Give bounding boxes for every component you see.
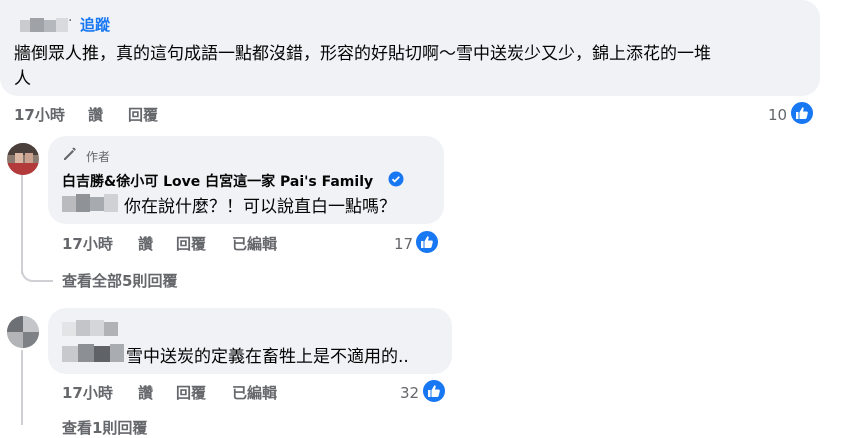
edited-label[interactable]: 已編輯 (232, 382, 277, 403)
verified-badge-icon (388, 171, 404, 187)
author-avatar[interactable] (7, 143, 39, 175)
view-more-replies-link[interactable]: 查看1則回覆 (62, 417, 147, 438)
like-button[interactable]: 讚 (88, 104, 103, 125)
mention-redacted[interactable] (62, 194, 118, 214)
commenter-name-redacted[interactable] (62, 318, 132, 338)
author-badge-label: 作者 (86, 150, 111, 164)
commenter-name-redacted[interactable] (20, 16, 70, 34)
comment-text-line2: 人 (14, 69, 31, 89)
reply-text: 你在說什麼？！可以說直白一點嗎？ (124, 197, 396, 217)
commenter-avatar[interactable] (7, 316, 39, 348)
thread-line (21, 350, 23, 425)
comment-timestamp[interactable]: 17小時 (14, 104, 65, 125)
reaction-count[interactable]: 17 (394, 235, 413, 253)
reply-button[interactable]: 回覆 (128, 104, 158, 125)
thread-connector (21, 262, 53, 282)
thumbs-up-icon (789, 100, 815, 126)
reaction-count[interactable]: 32 (400, 384, 419, 402)
comment-text-line1: 牆倒眾人推，真的這句成語一點都沒錯，形容的好貼切啊～雪中送炭少又少，錦上添花的一… (14, 44, 711, 64)
comment-bubble: · 追蹤 牆倒眾人推，真的這句成語一點都沒錯，形容的好貼切啊～雪中送炭少又少，錦… (0, 0, 820, 96)
pencil-icon (62, 146, 78, 166)
reaction-count[interactable]: 10 (768, 106, 787, 124)
reply-bubble: 雪中送炭的定義在畜牲上是不適用的.. (48, 308, 452, 374)
follow-link[interactable]: 追蹤 (80, 14, 110, 35)
author-name[interactable]: 白吉勝&徐小可 Love 白宮這一家 Pai's Family (62, 171, 373, 191)
reply-button[interactable]: 回覆 (176, 382, 206, 403)
dot-separator: · (68, 13, 73, 29)
reply-button[interactable]: 回覆 (176, 233, 206, 254)
thumbs-up-icon (421, 378, 447, 404)
like-button[interactable]: 讚 (138, 382, 153, 403)
mention-redacted[interactable] (62, 344, 126, 364)
thumbs-up-icon (414, 229, 440, 255)
edited-label[interactable]: 已編輯 (232, 233, 277, 254)
author-reply-bubble: 作者 白吉勝&徐小可 Love 白宮這一家 Pai's Family 你在說什麼… (48, 136, 444, 224)
reply-text: 雪中送炭的定義在畜牲上是不適用的.. (126, 347, 409, 367)
reply-timestamp[interactable]: 17小時 (62, 233, 113, 254)
view-all-replies-link[interactable]: 查看全部5則回覆 (62, 270, 177, 291)
like-button[interactable]: 讚 (138, 233, 153, 254)
reply-timestamp[interactable]: 17小時 (62, 382, 113, 403)
